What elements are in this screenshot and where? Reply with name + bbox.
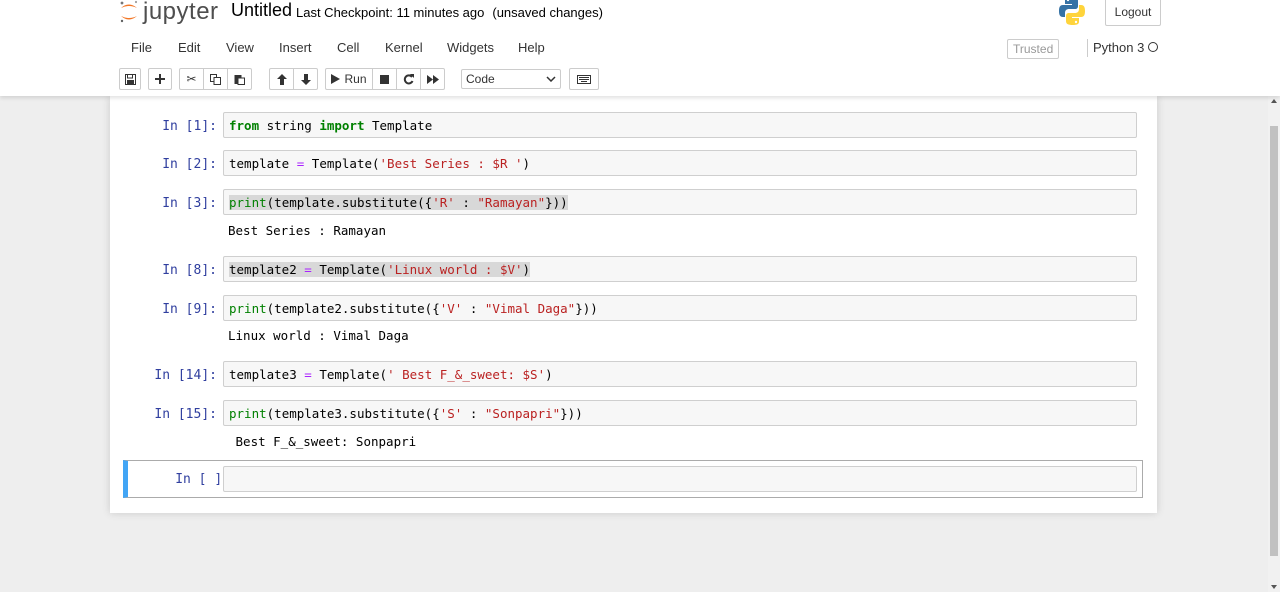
- jupyter-logo[interactable]: jupyter: [119, 0, 219, 28]
- code-input[interactable]: template = Template('Best Series : $R '): [223, 150, 1137, 176]
- cell-prompt: In [3]:: [162, 196, 217, 211]
- header-inner: jupyter Untitled Last Checkpoint: 11 min…: [115, 0, 1165, 96]
- menu-edit[interactable]: Edit: [178, 40, 200, 55]
- cell-prompt: In [9]:: [162, 302, 217, 317]
- cell-prompt: In [8]:: [162, 263, 217, 278]
- insert-cell-button[interactable]: [148, 68, 172, 90]
- code-input[interactable]: print(template.substitute({'R' : "Ramaya…: [223, 189, 1137, 215]
- menu-file[interactable]: File: [131, 40, 152, 55]
- save-icon: [124, 73, 136, 85]
- arrow-down-icon: [300, 73, 311, 85]
- code-text: template2 = Template('Linux world : $V'): [229, 262, 531, 277]
- scroll-up-icon[interactable]: [1271, 99, 1277, 103]
- unsaved-text: (unsaved changes): [492, 5, 603, 20]
- fast-forward-icon: [426, 74, 439, 84]
- cell-output: Best F_&_sweet: Sonpapri: [228, 434, 417, 449]
- code-text: print(template2.substitute({'V' : "Vimal…: [229, 301, 598, 316]
- menu-kernel[interactable]: Kernel: [385, 40, 423, 55]
- command-palette-button[interactable]: [569, 68, 599, 90]
- run-label: Run: [344, 72, 367, 86]
- code-cell[interactable]: In [2]: template = Template('Best Series…: [110, 150, 1157, 180]
- move-down-button[interactable]: [293, 68, 318, 90]
- menu-help[interactable]: Help: [518, 40, 545, 55]
- cell-type-value: Code: [466, 72, 495, 86]
- cell-type-select[interactable]: Code: [461, 69, 561, 89]
- cut-button[interactable]: ✂: [179, 68, 204, 90]
- clipboard-group: ✂: [179, 68, 252, 90]
- code-text: template = Template('Best Series : $R '): [229, 156, 531, 171]
- run-button[interactable]: Run: [325, 68, 373, 90]
- play-icon: [331, 74, 341, 84]
- code-text: from string import Template: [229, 118, 433, 133]
- kernel-idle-icon: [1148, 42, 1158, 52]
- interrupt-button[interactable]: [372, 68, 397, 90]
- trusted-badge[interactable]: Trusted: [1007, 39, 1060, 59]
- save-button[interactable]: [119, 68, 141, 90]
- code-cell[interactable]: In [8]: template2 = Template('Linux worl…: [110, 256, 1157, 286]
- menu-insert[interactable]: Insert: [279, 40, 312, 55]
- arrow-up-icon: [276, 73, 287, 85]
- code-cell[interactable]: In [3]: print(template.substitute({'R' :…: [110, 189, 1157, 249]
- plus-icon: [155, 74, 165, 84]
- code-input[interactable]: template3 = Template(' Best F_&_sweet: $…: [223, 361, 1137, 387]
- copy-button[interactable]: [203, 68, 228, 90]
- restart-icon: [403, 73, 414, 84]
- menu-view[interactable]: View: [226, 40, 254, 55]
- menubar: File Edit View Insert Cell Kernel Widget…: [115, 34, 1165, 62]
- keyboard-icon: [577, 74, 591, 84]
- notebook-title[interactable]: Untitled: [231, 0, 292, 21]
- copy-icon: [210, 73, 221, 85]
- code-input[interactable]: template2 = Template('Linux world : $V'): [223, 256, 1137, 282]
- run-group: Run: [325, 68, 445, 90]
- code-text: print(template.substitute({'R' : "Ramaya…: [229, 195, 568, 210]
- cell-prompt: In [14]:: [154, 368, 217, 383]
- kernel-separator: [1087, 39, 1088, 57]
- page-scrollbar[interactable]: [1268, 96, 1280, 592]
- code-cell[interactable]: In [9]: print(template2.substitute({'V' …: [110, 295, 1157, 355]
- header: jupyter Untitled Last Checkpoint: 11 min…: [0, 0, 1280, 96]
- code-cell[interactable]: In [1]: from string import Template: [110, 112, 1157, 142]
- code-cell[interactable]: In [14]: template3 = Template(' Best F_&…: [110, 361, 1157, 391]
- cell-output: Linux world : Vimal Daga: [228, 328, 409, 343]
- paste-button[interactable]: [227, 68, 252, 90]
- logo-text: jupyter: [143, 0, 219, 25]
- jupyter-orbit-icon: [120, 0, 138, 23]
- code-input-empty[interactable]: [223, 466, 1137, 492]
- menu-widgets[interactable]: Widgets: [447, 40, 494, 55]
- scroll-thumb[interactable]: [1270, 126, 1278, 556]
- checkpoint-status: Last Checkpoint: 11 minutes ago (unsaved …: [296, 5, 603, 20]
- stop-icon: [380, 74, 389, 84]
- menu-cell[interactable]: Cell: [337, 40, 359, 55]
- scroll-down-icon[interactable]: [1271, 585, 1277, 589]
- scissors-icon: ✂: [186, 72, 197, 86]
- checkpoint-text: Last Checkpoint: 11 minutes ago: [296, 5, 485, 20]
- chevron-down-icon: [546, 76, 556, 82]
- paste-icon: [234, 74, 245, 85]
- cell-prompt: In [2]:: [162, 157, 217, 172]
- code-cell[interactable]: In [15]: print(template3.substitute({'S'…: [110, 400, 1157, 460]
- cell-output: Best Series : Ramayan: [228, 223, 387, 238]
- code-text: print(template3.substitute({'S' : "Sonpa…: [229, 406, 583, 421]
- selected-code-cell[interactable]: In [ ]:: [123, 460, 1143, 498]
- code-input[interactable]: print(template3.substitute({'S' : "Sonpa…: [223, 400, 1137, 426]
- move-up-button[interactable]: [269, 68, 294, 90]
- code-text: template3 = Template(' Best F_&_sweet: $…: [229, 367, 553, 382]
- toolbar: ✂ Run Code: [115, 64, 1165, 94]
- python-logo-icon: [1059, 0, 1085, 25]
- kernel-name[interactable]: Python 3: [1093, 40, 1144, 55]
- restart-button[interactable]: [396, 68, 421, 90]
- logout-button[interactable]: Logout: [1105, 0, 1161, 26]
- cell-prompt: In [15]:: [154, 407, 217, 422]
- cell-prompt: In [ ]:: [175, 472, 230, 487]
- code-input[interactable]: from string import Template: [223, 112, 1137, 138]
- restart-run-all-button[interactable]: [420, 68, 445, 90]
- move-group: [269, 68, 318, 90]
- notebook-container: In [1]: from string import Template In […: [110, 96, 1157, 513]
- code-input[interactable]: print(template2.substitute({'V' : "Vimal…: [223, 295, 1137, 321]
- cell-prompt: In [1]:: [162, 119, 217, 134]
